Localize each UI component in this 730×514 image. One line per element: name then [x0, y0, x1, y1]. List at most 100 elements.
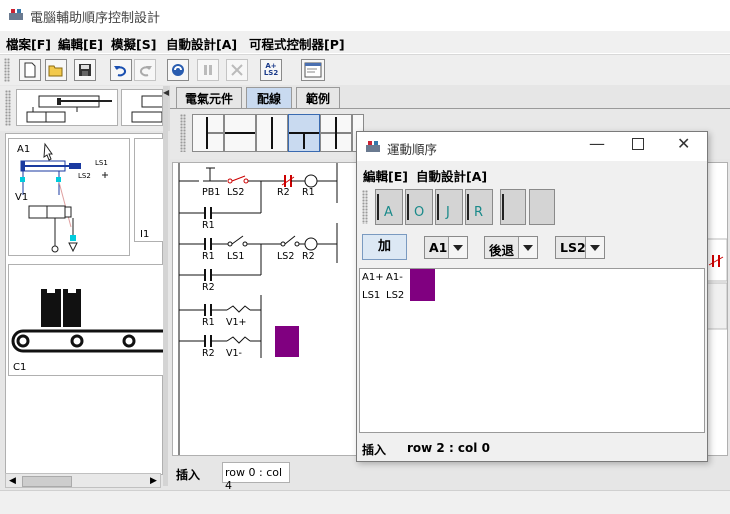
open-file-button[interactable] — [45, 59, 67, 81]
sequence-action: A1- — [386, 272, 403, 283]
cylinder-valve-icon — [26, 95, 112, 123]
dialog-app-icon — [366, 141, 380, 152]
strip-grip[interactable] — [5, 90, 11, 126]
component-canvas[interactable]: A1 V1 LS1 LS2 I1 C1 — [5, 133, 175, 475]
wire-corner-icon — [206, 117, 223, 149]
window-button[interactable] — [301, 59, 325, 81]
sensor-select[interactable]: LS2 — [555, 236, 605, 259]
conveyor-label: C1 — [13, 362, 27, 373]
cylinder-preview[interactable] — [16, 89, 118, 126]
close-icon[interactable]: ✕ — [677, 134, 690, 153]
actuator-select[interactable]: A1 — [424, 236, 468, 259]
run-button[interactable] — [167, 59, 189, 81]
status-bar — [0, 490, 730, 514]
palette-tee[interactable] — [288, 114, 320, 152]
component-strip — [0, 86, 170, 131]
maximize-icon[interactable] — [632, 138, 644, 150]
menu-file[interactable]: 檔案[F] — [6, 34, 51, 53]
palette-cross[interactable] — [320, 114, 352, 152]
ls1-label: LS1 — [95, 159, 108, 167]
palette-button-o[interactable]: O — [405, 189, 433, 225]
sequence-cursor — [410, 269, 435, 301]
scroll-left-icon[interactable]: ◀ — [9, 476, 16, 486]
menu-simulate[interactable]: 模擬[S] — [111, 34, 156, 53]
window-title: 電腦輔助順序控制設計 — [30, 11, 161, 26]
tab-electrical[interactable]: 電氣元件 — [176, 87, 242, 108]
sensor-select-value: LS2 — [560, 240, 586, 255]
tab-wiring[interactable]: 配線 — [246, 87, 292, 108]
palette-button-r[interactable]: R — [465, 189, 493, 225]
sequence-action: A1+ — [362, 272, 384, 283]
palette-button-blank-1[interactable] — [500, 189, 526, 225]
ladder-label: R1 — [202, 317, 215, 328]
menu-plc[interactable]: 可程式控制器[P] — [249, 34, 345, 53]
palette-j-label: J — [446, 205, 450, 220]
collapse-left-icon[interactable]: ◀ — [163, 88, 169, 97]
main-mode-label: 插入 — [176, 468, 201, 482]
dialog-toolbar-grip[interactable] — [362, 190, 368, 224]
direction-select[interactable]: 後退 — [484, 236, 538, 259]
palette-button-blank-2[interactable] — [529, 189, 555, 225]
scroll-thumb[interactable] — [22, 476, 72, 487]
dialog-title-bar: 運動順序 — ✕ — [357, 132, 707, 161]
toolbar: A+ LS2 — [0, 54, 730, 86]
toolbar-grip[interactable] — [4, 58, 10, 82]
pause-button[interactable] — [197, 59, 219, 81]
chevron-down-icon[interactable] — [518, 237, 537, 258]
main-position-text: row 0 : col 4 — [225, 466, 283, 492]
actuator-select-value: A1 — [429, 240, 448, 255]
add-button[interactable]: 加 — [362, 234, 407, 260]
palette-vertical-left[interactable] — [192, 114, 224, 152]
chevron-down-icon[interactable] — [585, 237, 604, 258]
ladder-label: R1 — [202, 251, 215, 262]
ladder-label: R2 — [277, 187, 290, 198]
redo-button[interactable] — [134, 59, 156, 81]
side-component[interactable]: I1 — [134, 138, 164, 242]
sequence-editor[interactable]: A1+ A1- LS1 LS2 — [359, 268, 705, 433]
palette-bar — [502, 194, 504, 220]
ladder-label: V1+ — [226, 317, 247, 328]
cylinder-preview-2[interactable] — [121, 89, 165, 126]
menu-auto-design[interactable]: 自動設計[A] — [166, 34, 237, 53]
wire-cross-icon — [321, 117, 351, 149]
left-h-scrollbar[interactable]: ◀ ▶ — [5, 473, 161, 488]
pause-icon — [204, 65, 212, 75]
splitter[interactable] — [163, 86, 168, 486]
tab-wiring-label: 配線 — [256, 91, 281, 106]
chevron-down-icon[interactable] — [448, 237, 467, 258]
palette-r-label: R — [474, 205, 484, 220]
minimize-icon[interactable]: — — [589, 134, 605, 153]
cylinder-component[interactable]: A1 V1 LS1 LS2 — [8, 138, 130, 256]
undo-icon — [114, 66, 127, 77]
palette-a-label: A — [384, 205, 393, 220]
window-icon — [304, 62, 322, 78]
palette-bar — [407, 194, 409, 220]
main-position-field: row 0 : col 4 — [222, 462, 290, 492]
conveyor-component[interactable]: C1 — [8, 264, 175, 376]
palette-button-a[interactable]: A — [375, 189, 403, 225]
ladder-label: V1- — [226, 348, 242, 359]
menu-edit[interactable]: 編輯[E] — [58, 34, 103, 53]
palette-button-j[interactable]: J — [435, 189, 463, 225]
tab-examples[interactable]: 範例 — [296, 87, 340, 108]
palette-horizontal[interactable] — [224, 114, 256, 152]
stop-button[interactable] — [226, 59, 248, 81]
ls2-button[interactable]: A+ LS2 — [260, 59, 282, 81]
new-file-button[interactable] — [19, 59, 41, 81]
refresh-run-icon — [172, 64, 184, 76]
ls2-button-label: A+ LS2 — [263, 62, 279, 77]
motion-sequence-dialog: 運動順序 — ✕ 編輯[E] 自動設計[A] A O J R 加 A1 後退 L… — [356, 131, 708, 462]
direction-select-value: 後退 — [489, 243, 515, 258]
dialog-menu-auto-design[interactable]: 自動設計[A] — [416, 166, 487, 185]
save-button[interactable] — [74, 59, 96, 81]
undo-button[interactable] — [110, 59, 132, 81]
scroll-right-icon[interactable]: ▶ — [150, 476, 157, 486]
new-file-icon — [24, 62, 36, 78]
side-label: I1 — [140, 229, 150, 240]
dialog-menu-edit[interactable]: 編輯[E] — [363, 166, 408, 185]
open-folder-icon — [48, 65, 63, 77]
ladder-label: R1 — [202, 220, 215, 231]
sequence-sensor: LS2 — [386, 290, 405, 301]
palette-vertical[interactable] — [256, 114, 288, 152]
palette-grip[interactable] — [180, 114, 186, 152]
